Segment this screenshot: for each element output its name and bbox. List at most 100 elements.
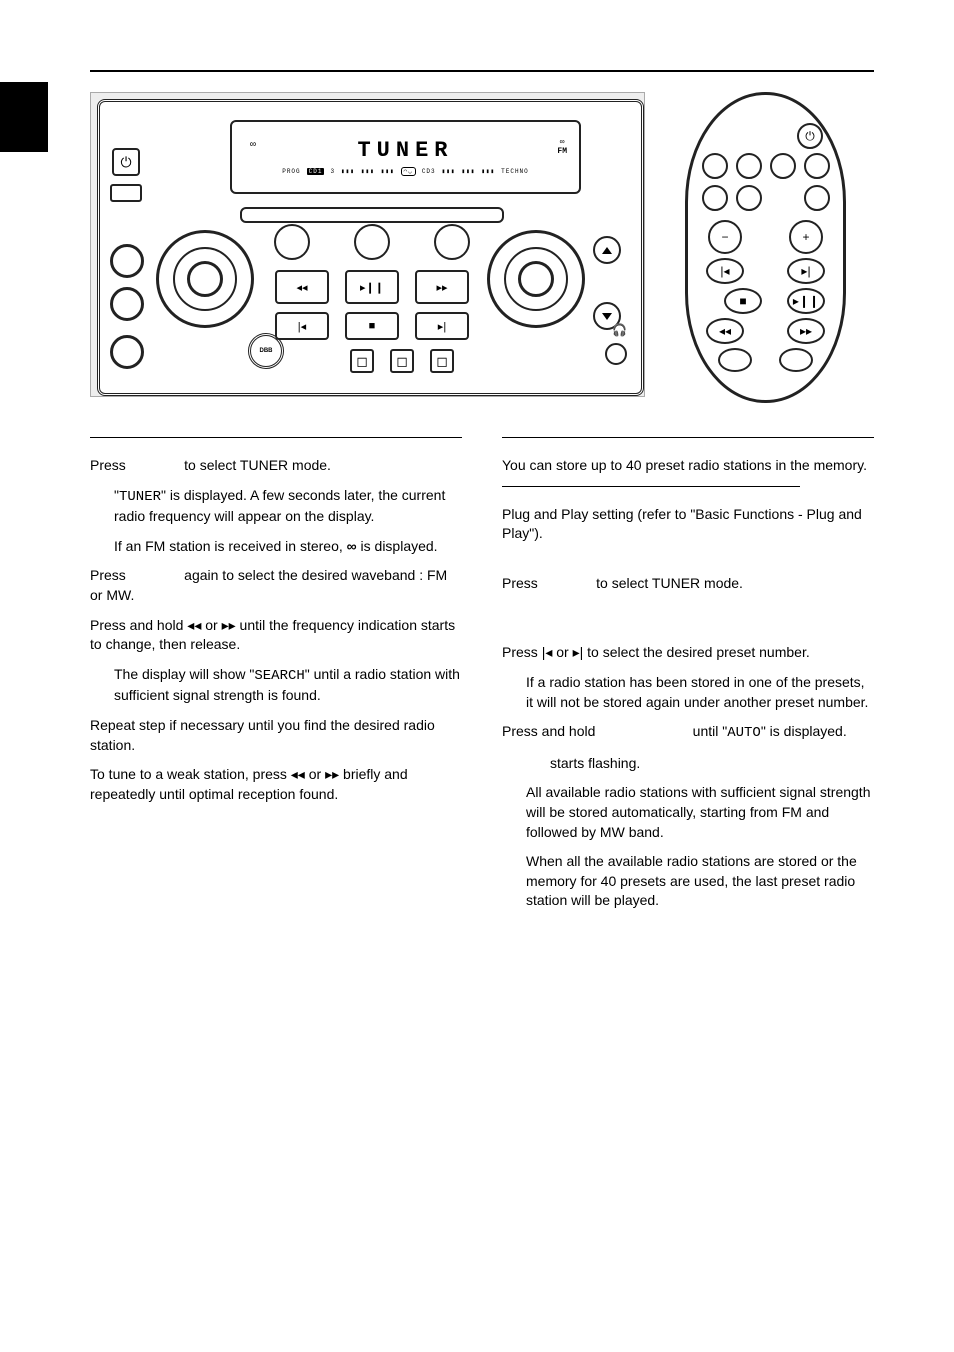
remote-stop-button[interactable]: ■	[724, 288, 762, 314]
dbb-button[interactable]: DBB	[248, 333, 284, 369]
remote-play-pause-button[interactable]: ▸❙❙	[787, 288, 825, 314]
remote-next-button[interactable]: ▸|	[787, 258, 825, 284]
right-col-rule-2	[502, 486, 800, 487]
right-intro: You can store up to 40 preset radio stat…	[502, 456, 874, 476]
tray-1-button[interactable]: ◻	[350, 349, 374, 373]
segment-bars-5: ▮▮▮	[461, 168, 475, 175]
forward-symbol: ▸▸	[222, 617, 236, 633]
text-fragment: Press	[90, 567, 130, 583]
lcd-text: AUTO	[727, 725, 761, 741]
left-step-1-note-b: If an FM station is received in stereo, …	[90, 537, 462, 557]
center-knob-c[interactable]	[434, 224, 470, 260]
remote-btn-a2[interactable]	[736, 153, 762, 179]
remote-power-button[interactable]: ⏻	[797, 123, 823, 149]
right-column: You can store up to 40 preset radio stat…	[502, 429, 874, 921]
eject-button[interactable]	[110, 184, 142, 202]
skip-next-icon: ▸|	[438, 320, 446, 333]
text-fragment: " is displayed. A few seconds later, the…	[114, 487, 445, 525]
text-fragment: To tune to a weak station, press	[90, 766, 291, 782]
segment-bars-1: ▮▮▮	[341, 168, 355, 175]
plus-icon: +	[802, 230, 809, 244]
remote-prev-icon: |◂	[720, 264, 729, 278]
tray-2-icon: ◻	[392, 351, 412, 371]
forward-button[interactable]: ▸▸	[415, 270, 469, 304]
top-divider	[90, 70, 874, 72]
stereo-symbol: ∞	[347, 538, 357, 554]
text-fragment: Press	[502, 575, 542, 591]
text-fragment: or	[201, 617, 221, 633]
left-step-4: Repeat step if necessary until you find …	[90, 716, 462, 755]
remote-minus-button[interactable]: −	[708, 220, 742, 254]
remote-plus-button[interactable]: +	[789, 220, 823, 254]
lcd-text: TUNER	[119, 489, 161, 505]
remote-rewind-button[interactable]: ◂◂	[706, 318, 744, 344]
right-step-4-note-a: starts flashing.	[502, 754, 874, 774]
skip-next-button[interactable]: ▸|	[415, 312, 469, 340]
forward-symbol: ▸▸	[325, 766, 339, 782]
lcd-status-row: PROG CD1 3 ▮▮▮ ▮▮▮ ▮▮▮ ◠◡ CD3 ▮▮▮ ▮▮▮ ▮▮…	[282, 167, 529, 176]
left-step-3-note: The display will show "SEARCH" until a r…	[90, 665, 462, 706]
text-fragment: or	[305, 766, 325, 782]
num-label: 3	[330, 168, 335, 175]
remote-btn-a3[interactable]	[770, 153, 796, 179]
text-fragment: Press and hold	[90, 617, 187, 633]
center-knob-b[interactable]	[354, 224, 390, 260]
power-button[interactable]: ⏻	[112, 148, 140, 176]
text-fragment: again to select the desired waveband : F…	[90, 567, 447, 603]
disc-tray-bar	[240, 207, 504, 223]
dbb-label: DBB	[260, 348, 273, 354]
fm-label: FM	[557, 147, 567, 156]
segment-bars-4: ▮▮▮	[442, 168, 456, 175]
headphone-jack[interactable]	[605, 343, 627, 365]
remote-btn-a1[interactable]	[702, 153, 728, 179]
up-button[interactable]	[593, 236, 621, 264]
text-fragment: to select TUNER mode.	[592, 575, 743, 591]
remote-btn-c2[interactable]	[779, 348, 813, 372]
device-body: ∞ TUNER ∞ FM PROG CD1 3 ▮▮▮ ▮▮▮ ▮▮▮	[97, 99, 644, 396]
aux-knob-3[interactable]	[110, 287, 144, 321]
text-fragment: Press and hold	[502, 723, 599, 739]
aux-knob-2[interactable]	[110, 244, 144, 278]
remote-btn-b1[interactable]	[702, 185, 728, 211]
prev-symbol: |◂	[542, 644, 553, 660]
rewind-symbol: ◂◂	[291, 766, 305, 782]
remote-btn-b3[interactable]	[804, 185, 830, 211]
right-step-4-note-c: When all the available radio stations ar…	[502, 852, 874, 911]
tray-2-button[interactable]: ◻	[390, 349, 414, 373]
left-step-1-note-a: "TUNER" is displayed. A few seconds late…	[90, 486, 462, 527]
remote-prev-button[interactable]: |◂	[706, 258, 744, 284]
text-fragment: until "	[689, 723, 727, 739]
left-column: Press to select TUNER mode. "TUNER" is d…	[90, 429, 462, 921]
remote-next-icon: ▸|	[801, 264, 810, 278]
aux-knob-1[interactable]	[110, 335, 144, 369]
remote-forward-button[interactable]: ▸▸	[787, 318, 825, 344]
right-step-4: Press and hold until "AUTO" is displayed…	[502, 722, 874, 744]
segment-bars-3: ▮▮▮	[381, 168, 395, 175]
right-jog-dial[interactable]	[487, 230, 585, 328]
disc-icon: ◠◡	[401, 167, 416, 176]
stop-icon: ■	[369, 320, 376, 332]
lcd-main-text: TUNER	[357, 138, 453, 163]
stop-button[interactable]: ■	[345, 312, 399, 340]
skip-prev-icon: |◂	[298, 320, 306, 333]
play-pause-button[interactable]: ▸❙❙	[345, 270, 399, 304]
remote-btn-b2[interactable]	[736, 185, 762, 211]
remote-btn-c1[interactable]	[718, 348, 752, 372]
tray-3-button[interactable]: ◻	[430, 349, 454, 373]
text-fragment: Press	[90, 457, 130, 473]
prog-label: PROG	[282, 168, 300, 175]
center-knob-a[interactable]	[274, 224, 310, 260]
chevron-up-icon	[602, 247, 612, 254]
lcd-text: SEARCH	[254, 668, 304, 684]
text-fragment: " is displayed.	[761, 723, 847, 739]
text-fragment: or	[552, 644, 572, 660]
skip-prev-button[interactable]: |◂	[275, 312, 329, 340]
left-jog-dial[interactable]	[156, 230, 254, 328]
minus-icon: −	[721, 230, 728, 244]
tray-3-icon: ◻	[432, 351, 452, 371]
remote-btn-a4[interactable]	[804, 153, 830, 179]
right-step-3: Press |◂ or ▸| to select the desired pre…	[502, 643, 874, 663]
rewind-button[interactable]: ◂◂	[275, 270, 329, 304]
remote-stop-icon: ■	[739, 294, 746, 308]
remote-play-pause-icon: ▸❙❙	[793, 294, 819, 308]
